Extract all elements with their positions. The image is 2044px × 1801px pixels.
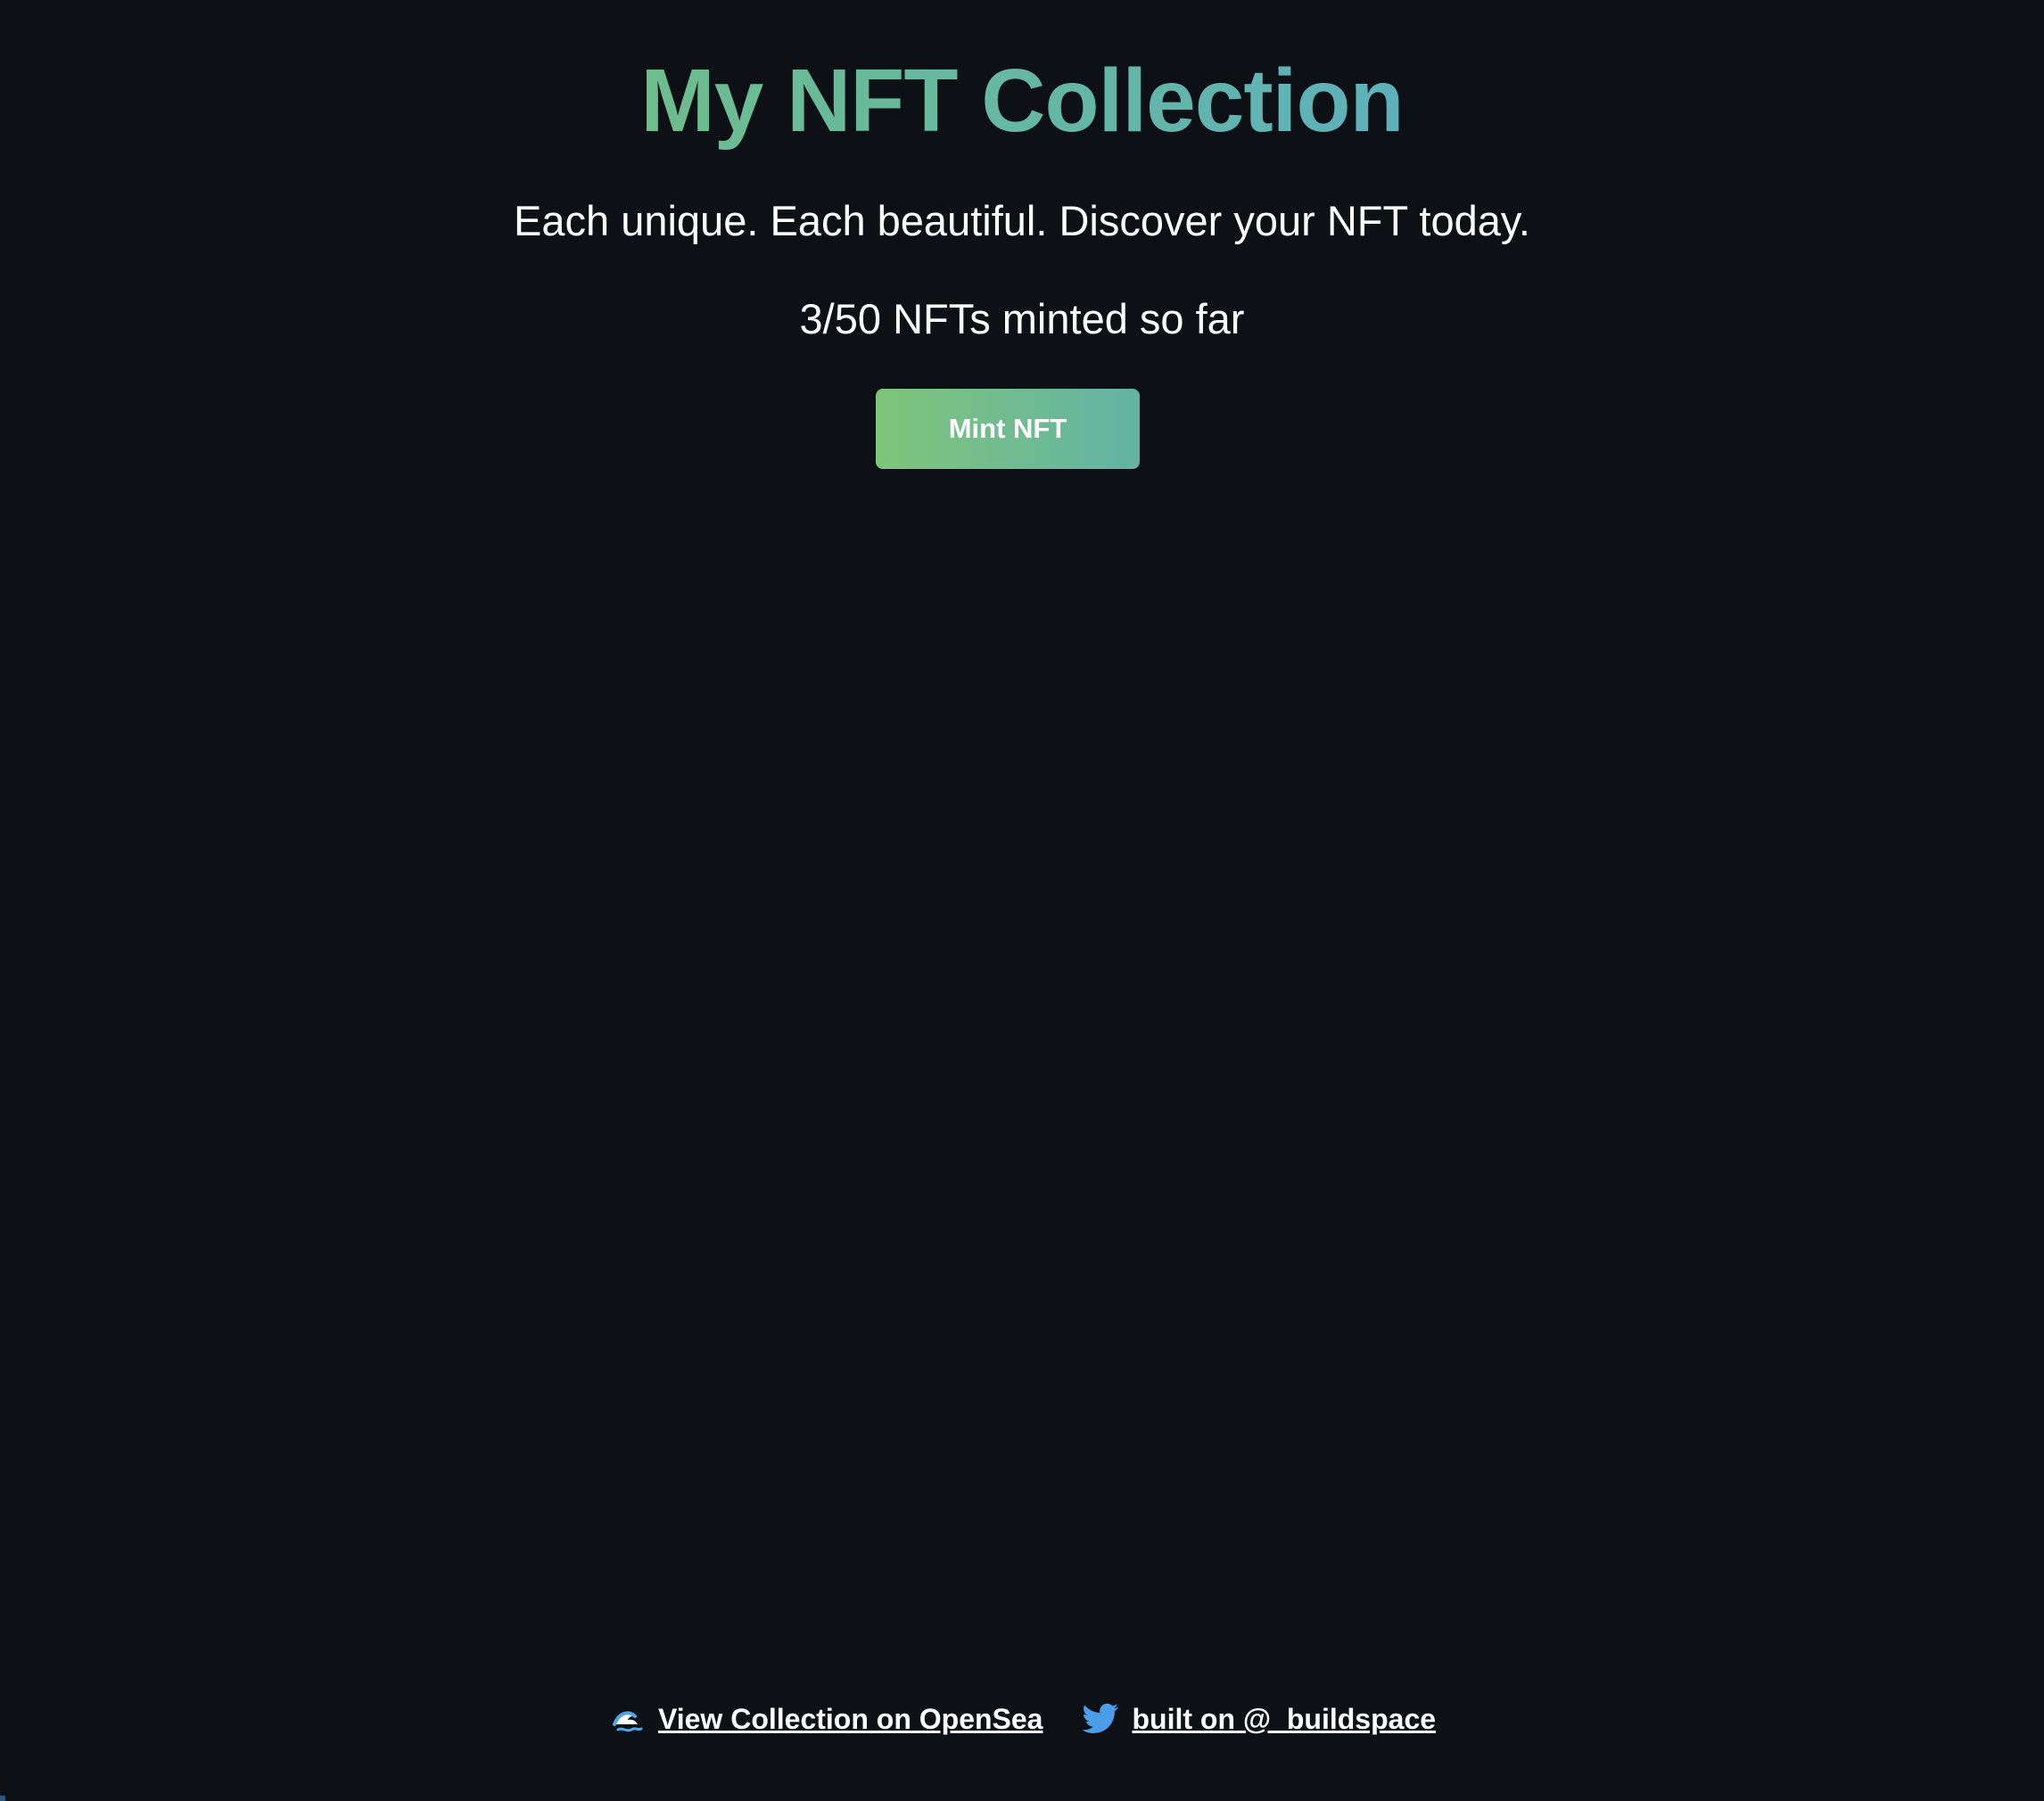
page-subtitle: Each unique. Each beautiful. Discover yo… — [514, 197, 1530, 244]
buildspace-twitter-link[interactable]: built on @_buildspace — [1082, 1699, 1436, 1739]
mint-count-text: 3/50 NFTs minted so far — [799, 295, 1245, 342]
footer: View Collection on OpenSea built on @_bu… — [0, 1699, 2044, 1739]
app-page: My NFT Collection Each unique. Each beau… — [0, 0, 2044, 1801]
opensea-link[interactable]: View Collection on OpenSea — [608, 1699, 1043, 1739]
wave-icon — [608, 1699, 647, 1739]
page-title: My NFT Collection — [0, 52, 2044, 150]
mint-nft-button[interactable]: Mint NFT — [876, 389, 1140, 469]
opensea-link-label: View Collection on OpenSea — [657, 1703, 1043, 1735]
window-corner-accent — [0, 1796, 5, 1801]
buildspace-link-label: built on @_buildspace — [1132, 1703, 1437, 1735]
twitter-icon — [1082, 1699, 1121, 1739]
